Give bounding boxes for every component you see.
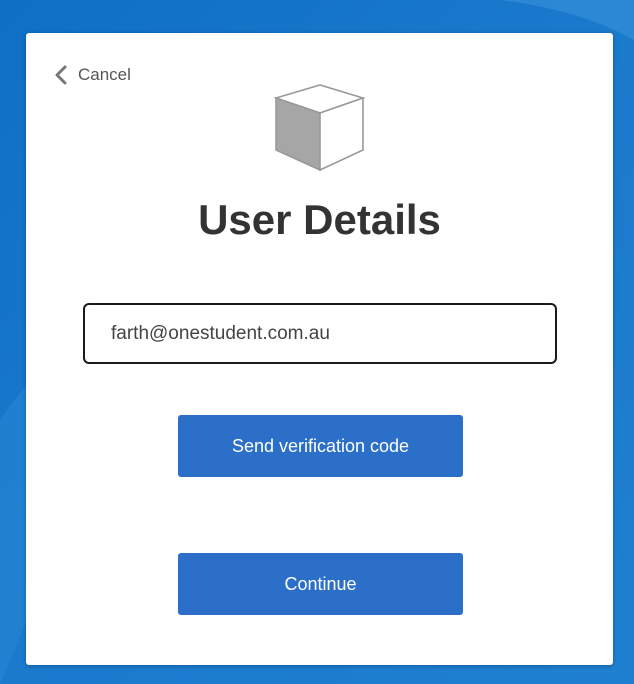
send-verification-code-button[interactable]: Send verification code [178, 415, 463, 477]
continue-button[interactable]: Continue [178, 553, 463, 615]
email-input[interactable] [83, 303, 557, 364]
chevron-left-icon [55, 65, 67, 85]
cube-icon [274, 84, 366, 172]
cancel-button[interactable]: Cancel [54, 65, 131, 85]
user-details-card: Cancel User Details Send verification co… [26, 33, 613, 665]
cancel-label: Cancel [78, 65, 131, 84]
page-title: User Details [198, 196, 441, 243]
